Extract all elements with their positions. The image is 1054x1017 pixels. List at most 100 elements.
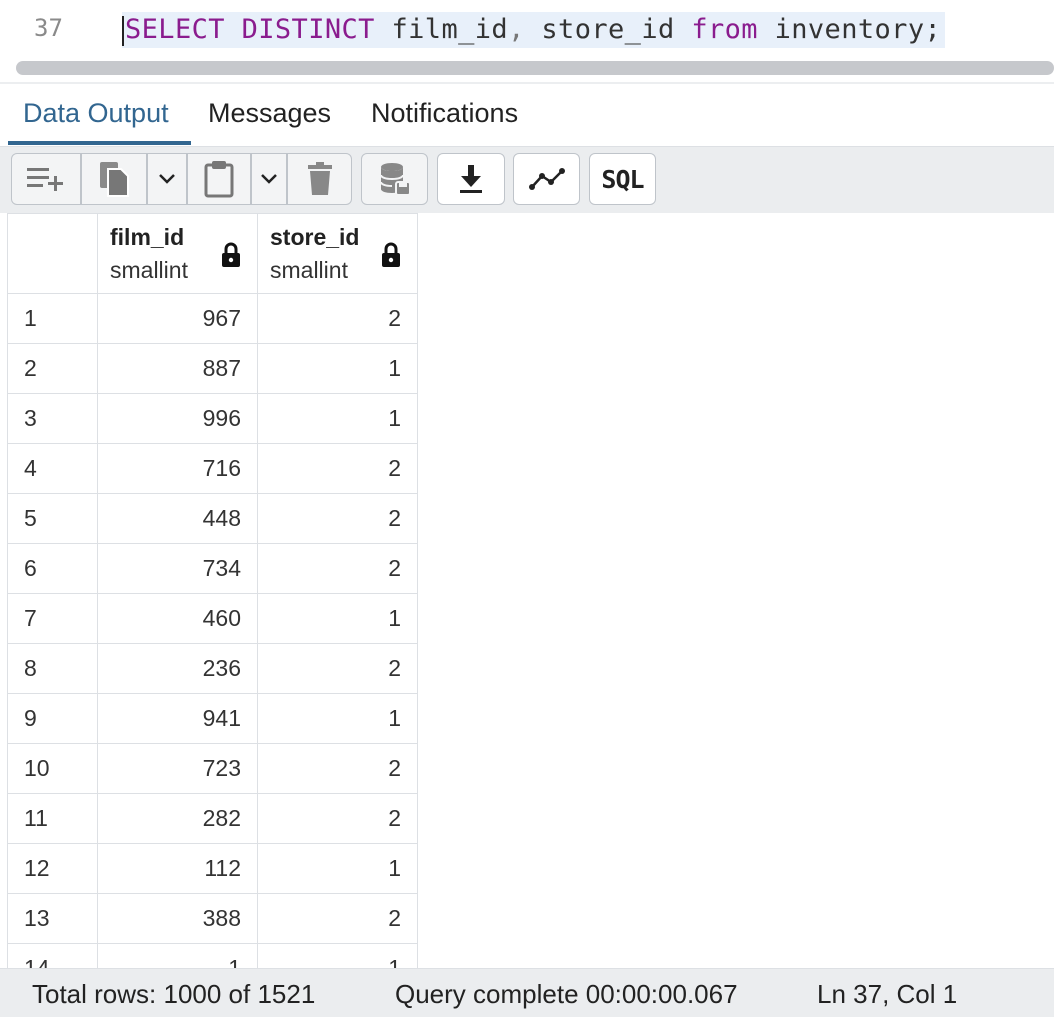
column-name: store_id (270, 224, 360, 250)
cell-store-id[interactable]: 2 (257, 443, 418, 494)
table-row[interactable]: 12 112 1 (7, 843, 418, 894)
sql-button-label: SQL (601, 164, 644, 194)
save-data-button[interactable] (361, 153, 428, 205)
identifier-film-id: film_id (391, 14, 509, 45)
cell-film-id[interactable]: 282 (97, 793, 258, 844)
row-number[interactable]: 13 (7, 893, 98, 944)
cell-store-id[interactable]: 2 (257, 543, 418, 594)
identifier-inventory: inventory (774, 14, 925, 45)
row-number[interactable]: 2 (7, 343, 98, 394)
editor-horizontal-scrollbar[interactable] (16, 61, 1054, 75)
row-number[interactable]: 14 (7, 943, 98, 968)
line-graph-icon (528, 168, 565, 190)
cell-store-id[interactable]: 2 (257, 793, 418, 844)
cell-film-id[interactable]: 941 (97, 693, 258, 744)
row-number-header[interactable] (7, 213, 98, 294)
sql-editor[interactable]: 37 SELECT DISTINCT film_id, store_id fro… (0, 0, 1054, 60)
cell-film-id[interactable]: 996 (97, 393, 258, 444)
table-row[interactable]: 1 967 2 (7, 293, 418, 344)
cell-store-id[interactable]: 2 (257, 743, 418, 794)
text-cursor (122, 15, 124, 46)
cell-film-id[interactable]: 734 (97, 543, 258, 594)
tab-messages[interactable]: Messages (208, 98, 331, 129)
row-number[interactable]: 12 (7, 843, 98, 894)
table-row[interactable]: 11 282 2 (7, 793, 418, 844)
query-status: Query complete 00:00:00.067 (395, 979, 738, 1009)
table-row[interactable]: 4 716 2 (7, 443, 418, 494)
total-rows-status: Total rows: 1000 of 1521 (32, 979, 316, 1009)
cell-film-id[interactable]: 887 (97, 343, 258, 394)
paste-icon (204, 161, 234, 198)
cell-store-id[interactable]: 1 (257, 343, 418, 394)
cell-film-id[interactable]: 1 (97, 943, 258, 968)
row-number[interactable]: 3 (7, 393, 98, 444)
row-number[interactable]: 8 (7, 643, 98, 694)
cell-store-id[interactable]: 1 (257, 593, 418, 644)
tab-data-output[interactable]: Data Output (23, 98, 169, 129)
lock-icon (222, 242, 240, 267)
row-number[interactable]: 6 (7, 543, 98, 594)
paste-options-dropdown[interactable] (252, 154, 286, 204)
database-save-icon (379, 163, 411, 196)
row-number[interactable]: 1 (7, 293, 98, 344)
data-grid[interactable]: film_id smallint store_id smallint 1 967… (0, 213, 1054, 968)
cell-film-id[interactable]: 967 (97, 293, 258, 344)
table-row[interactable]: 2 887 1 (7, 343, 418, 394)
code-line-selected[interactable]: SELECT DISTINCT film_id, store_id from i… (122, 12, 946, 48)
column-header-store-id[interactable]: store_id smallint (257, 213, 418, 294)
delete-button[interactable] (288, 154, 351, 204)
copy-options-dropdown[interactable] (148, 154, 186, 204)
cell-film-id[interactable]: 388 (97, 893, 258, 944)
table-row[interactable]: 13 388 2 (7, 893, 418, 944)
table-row[interactable]: 3 996 1 (7, 393, 418, 444)
copy-button[interactable] (82, 154, 146, 204)
cell-store-id[interactable]: 2 (257, 293, 418, 344)
table-row[interactable]: 9 941 1 (7, 693, 418, 744)
lock-icon (382, 242, 400, 267)
table-row[interactable]: 5 448 2 (7, 493, 418, 544)
cell-film-id[interactable]: 236 (97, 643, 258, 694)
add-row-button[interactable] (12, 154, 80, 204)
cell-store-id[interactable]: 1 (257, 393, 418, 444)
cell-film-id[interactable]: 448 (97, 493, 258, 544)
row-number[interactable]: 10 (7, 743, 98, 794)
row-number[interactable]: 11 (7, 793, 98, 844)
cell-film-id[interactable]: 460 (97, 593, 258, 644)
graph-visualiser-button[interactable] (513, 153, 580, 205)
table-row[interactable]: 7 460 1 (7, 593, 418, 644)
download-icon (460, 165, 482, 193)
chevron-down-icon (261, 174, 277, 184)
chevron-down-icon (159, 174, 175, 184)
cell-store-id[interactable]: 2 (257, 643, 418, 694)
add-row-icon (27, 168, 63, 191)
row-number[interactable]: 4 (7, 443, 98, 494)
table-row[interactable]: 6 734 2 (7, 543, 418, 594)
row-number[interactable]: 9 (7, 693, 98, 744)
tab-notifications[interactable]: Notifications (371, 98, 518, 129)
cell-film-id[interactable]: 716 (97, 443, 258, 494)
keyword-from: from (691, 14, 758, 45)
cell-store-id[interactable]: 2 (257, 493, 418, 544)
table-row[interactable]: 10 723 2 (7, 743, 418, 794)
status-bar: Total rows: 1000 of 1521 Query complete … (0, 968, 1054, 1017)
table-row[interactable]: 8 236 2 (7, 643, 418, 694)
cell-store-id[interactable]: 1 (257, 843, 418, 894)
table-row[interactable]: 14 1 1 (7, 943, 418, 968)
cursor-position-status: Ln 37, Col 1 (817, 979, 958, 1009)
cell-film-id[interactable]: 112 (97, 843, 258, 894)
row-number[interactable]: 5 (7, 493, 98, 544)
cell-film-id[interactable]: 723 (97, 743, 258, 794)
download-button[interactable] (437, 153, 505, 205)
grid-body: 1 967 2 2 887 1 3 996 1 4 716 2 5 448 2 6 734 2 7 460 1 8 236 2… (7, 293, 418, 968)
trash-icon (307, 162, 332, 195)
copy-icon (100, 162, 129, 197)
row-number[interactable]: 7 (7, 593, 98, 644)
sql-button[interactable]: SQL (589, 153, 656, 205)
paste-button[interactable] (188, 154, 250, 204)
cell-store-id[interactable]: 1 (257, 943, 418, 968)
cell-store-id[interactable]: 1 (257, 693, 418, 744)
cell-store-id[interactable]: 2 (257, 893, 418, 944)
column-type: smallint (270, 257, 348, 283)
header-row: film_id smallint store_id smallint (7, 213, 418, 294)
column-header-film-id[interactable]: film_id smallint (97, 213, 258, 294)
